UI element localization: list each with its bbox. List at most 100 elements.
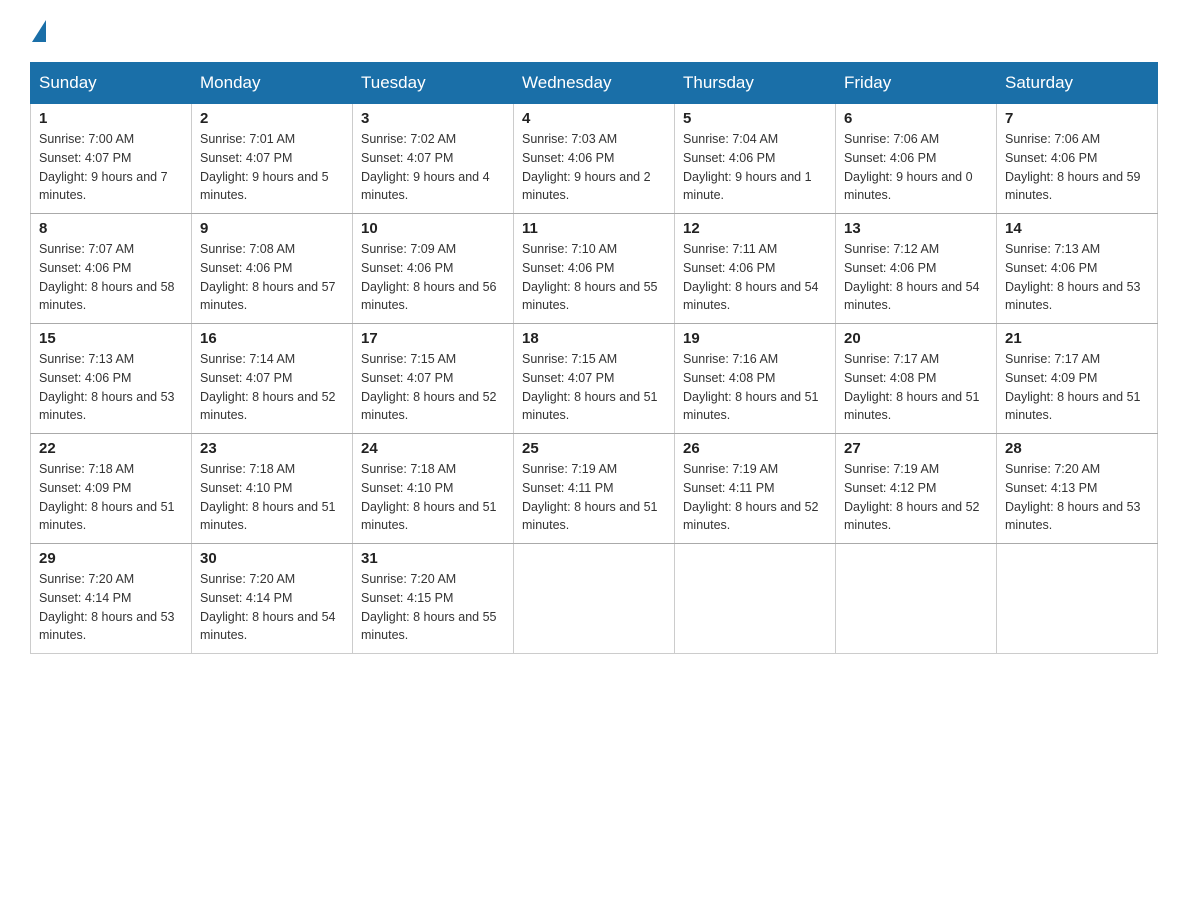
day-number: 4	[522, 110, 666, 127]
day-number: 9	[200, 220, 344, 237]
calendar-table: SundayMondayTuesdayWednesdayThursdayFrid…	[30, 62, 1158, 654]
day-number: 28	[1005, 440, 1149, 457]
calendar-cell: 20 Sunrise: 7:17 AM Sunset: 4:08 PM Dayl…	[836, 324, 997, 434]
day-number: 26	[683, 440, 827, 457]
day-number: 12	[683, 220, 827, 237]
day-number: 13	[844, 220, 988, 237]
calendar-cell: 18 Sunrise: 7:15 AM Sunset: 4:07 PM Dayl…	[514, 324, 675, 434]
day-info: Sunrise: 7:04 AM Sunset: 4:06 PM Dayligh…	[683, 130, 827, 205]
day-number: 2	[200, 110, 344, 127]
calendar-cell: 6 Sunrise: 7:06 AM Sunset: 4:06 PM Dayli…	[836, 104, 997, 214]
day-info: Sunrise: 7:17 AM Sunset: 4:08 PM Dayligh…	[844, 350, 988, 425]
calendar-cell: 28 Sunrise: 7:20 AM Sunset: 4:13 PM Dayl…	[997, 434, 1158, 544]
logo	[30, 20, 48, 42]
calendar-cell: 5 Sunrise: 7:04 AM Sunset: 4:06 PM Dayli…	[675, 104, 836, 214]
day-info: Sunrise: 7:12 AM Sunset: 4:06 PM Dayligh…	[844, 240, 988, 315]
day-info: Sunrise: 7:19 AM Sunset: 4:11 PM Dayligh…	[683, 460, 827, 535]
calendar-cell: 1 Sunrise: 7:00 AM Sunset: 4:07 PM Dayli…	[31, 104, 192, 214]
day-number: 30	[200, 550, 344, 567]
calendar-cell: 29 Sunrise: 7:20 AM Sunset: 4:14 PM Dayl…	[31, 544, 192, 654]
day-number: 3	[361, 110, 505, 127]
day-info: Sunrise: 7:13 AM Sunset: 4:06 PM Dayligh…	[1005, 240, 1149, 315]
header-saturday: Saturday	[997, 63, 1158, 104]
calendar-cell: 26 Sunrise: 7:19 AM Sunset: 4:11 PM Dayl…	[675, 434, 836, 544]
calendar-cell: 27 Sunrise: 7:19 AM Sunset: 4:12 PM Dayl…	[836, 434, 997, 544]
calendar-cell: 7 Sunrise: 7:06 AM Sunset: 4:06 PM Dayli…	[997, 104, 1158, 214]
day-number: 22	[39, 440, 183, 457]
calendar-cell: 24 Sunrise: 7:18 AM Sunset: 4:10 PM Dayl…	[353, 434, 514, 544]
day-info: Sunrise: 7:08 AM Sunset: 4:06 PM Dayligh…	[200, 240, 344, 315]
day-info: Sunrise: 7:06 AM Sunset: 4:06 PM Dayligh…	[1005, 130, 1149, 205]
day-number: 25	[522, 440, 666, 457]
day-info: Sunrise: 7:01 AM Sunset: 4:07 PM Dayligh…	[200, 130, 344, 205]
header-wednesday: Wednesday	[514, 63, 675, 104]
header-tuesday: Tuesday	[353, 63, 514, 104]
day-number: 1	[39, 110, 183, 127]
day-info: Sunrise: 7:02 AM Sunset: 4:07 PM Dayligh…	[361, 130, 505, 205]
calendar-week-row: 22 Sunrise: 7:18 AM Sunset: 4:09 PM Dayl…	[31, 434, 1158, 544]
day-number: 11	[522, 220, 666, 237]
calendar-cell: 15 Sunrise: 7:13 AM Sunset: 4:06 PM Dayl…	[31, 324, 192, 434]
calendar-cell: 3 Sunrise: 7:02 AM Sunset: 4:07 PM Dayli…	[353, 104, 514, 214]
calendar-week-row: 1 Sunrise: 7:00 AM Sunset: 4:07 PM Dayli…	[31, 104, 1158, 214]
day-number: 29	[39, 550, 183, 567]
day-info: Sunrise: 7:00 AM Sunset: 4:07 PM Dayligh…	[39, 130, 183, 205]
day-info: Sunrise: 7:14 AM Sunset: 4:07 PM Dayligh…	[200, 350, 344, 425]
day-number: 17	[361, 330, 505, 347]
day-info: Sunrise: 7:20 AM Sunset: 4:14 PM Dayligh…	[200, 570, 344, 645]
day-number: 18	[522, 330, 666, 347]
day-number: 24	[361, 440, 505, 457]
header-monday: Monday	[192, 63, 353, 104]
calendar-cell: 9 Sunrise: 7:08 AM Sunset: 4:06 PM Dayli…	[192, 214, 353, 324]
calendar-cell: 11 Sunrise: 7:10 AM Sunset: 4:06 PM Dayl…	[514, 214, 675, 324]
day-info: Sunrise: 7:20 AM Sunset: 4:13 PM Dayligh…	[1005, 460, 1149, 535]
day-number: 21	[1005, 330, 1149, 347]
calendar-cell	[997, 544, 1158, 654]
page-header	[30, 20, 1158, 42]
day-number: 14	[1005, 220, 1149, 237]
day-number: 5	[683, 110, 827, 127]
calendar-cell: 19 Sunrise: 7:16 AM Sunset: 4:08 PM Dayl…	[675, 324, 836, 434]
header-sunday: Sunday	[31, 63, 192, 104]
day-info: Sunrise: 7:20 AM Sunset: 4:14 PM Dayligh…	[39, 570, 183, 645]
calendar-week-row: 15 Sunrise: 7:13 AM Sunset: 4:06 PM Dayl…	[31, 324, 1158, 434]
day-info: Sunrise: 7:19 AM Sunset: 4:11 PM Dayligh…	[522, 460, 666, 535]
calendar-cell: 10 Sunrise: 7:09 AM Sunset: 4:06 PM Dayl…	[353, 214, 514, 324]
day-info: Sunrise: 7:10 AM Sunset: 4:06 PM Dayligh…	[522, 240, 666, 315]
calendar-cell: 25 Sunrise: 7:19 AM Sunset: 4:11 PM Dayl…	[514, 434, 675, 544]
calendar-week-row: 8 Sunrise: 7:07 AM Sunset: 4:06 PM Dayli…	[31, 214, 1158, 324]
calendar-cell: 8 Sunrise: 7:07 AM Sunset: 4:06 PM Dayli…	[31, 214, 192, 324]
header-friday: Friday	[836, 63, 997, 104]
day-number: 6	[844, 110, 988, 127]
day-info: Sunrise: 7:15 AM Sunset: 4:07 PM Dayligh…	[522, 350, 666, 425]
day-info: Sunrise: 7:18 AM Sunset: 4:09 PM Dayligh…	[39, 460, 183, 535]
calendar-cell: 17 Sunrise: 7:15 AM Sunset: 4:07 PM Dayl…	[353, 324, 514, 434]
calendar-cell	[836, 544, 997, 654]
day-number: 8	[39, 220, 183, 237]
day-number: 7	[1005, 110, 1149, 127]
day-info: Sunrise: 7:16 AM Sunset: 4:08 PM Dayligh…	[683, 350, 827, 425]
calendar-cell: 22 Sunrise: 7:18 AM Sunset: 4:09 PM Dayl…	[31, 434, 192, 544]
day-info: Sunrise: 7:11 AM Sunset: 4:06 PM Dayligh…	[683, 240, 827, 315]
header-thursday: Thursday	[675, 63, 836, 104]
calendar-cell: 14 Sunrise: 7:13 AM Sunset: 4:06 PM Dayl…	[997, 214, 1158, 324]
day-info: Sunrise: 7:09 AM Sunset: 4:06 PM Dayligh…	[361, 240, 505, 315]
day-info: Sunrise: 7:18 AM Sunset: 4:10 PM Dayligh…	[200, 460, 344, 535]
day-info: Sunrise: 7:06 AM Sunset: 4:06 PM Dayligh…	[844, 130, 988, 205]
calendar-cell: 12 Sunrise: 7:11 AM Sunset: 4:06 PM Dayl…	[675, 214, 836, 324]
calendar-cell	[675, 544, 836, 654]
calendar-cell: 21 Sunrise: 7:17 AM Sunset: 4:09 PM Dayl…	[997, 324, 1158, 434]
calendar-cell: 31 Sunrise: 7:20 AM Sunset: 4:15 PM Dayl…	[353, 544, 514, 654]
day-number: 10	[361, 220, 505, 237]
calendar-cell: 16 Sunrise: 7:14 AM Sunset: 4:07 PM Dayl…	[192, 324, 353, 434]
calendar-cell	[514, 544, 675, 654]
calendar-cell: 4 Sunrise: 7:03 AM Sunset: 4:06 PM Dayli…	[514, 104, 675, 214]
day-number: 27	[844, 440, 988, 457]
day-info: Sunrise: 7:13 AM Sunset: 4:06 PM Dayligh…	[39, 350, 183, 425]
calendar-header-row: SundayMondayTuesdayWednesdayThursdayFrid…	[31, 63, 1158, 104]
day-info: Sunrise: 7:19 AM Sunset: 4:12 PM Dayligh…	[844, 460, 988, 535]
calendar-cell: 13 Sunrise: 7:12 AM Sunset: 4:06 PM Dayl…	[836, 214, 997, 324]
calendar-week-row: 29 Sunrise: 7:20 AM Sunset: 4:14 PM Dayl…	[31, 544, 1158, 654]
day-info: Sunrise: 7:17 AM Sunset: 4:09 PM Dayligh…	[1005, 350, 1149, 425]
calendar-cell: 2 Sunrise: 7:01 AM Sunset: 4:07 PM Dayli…	[192, 104, 353, 214]
